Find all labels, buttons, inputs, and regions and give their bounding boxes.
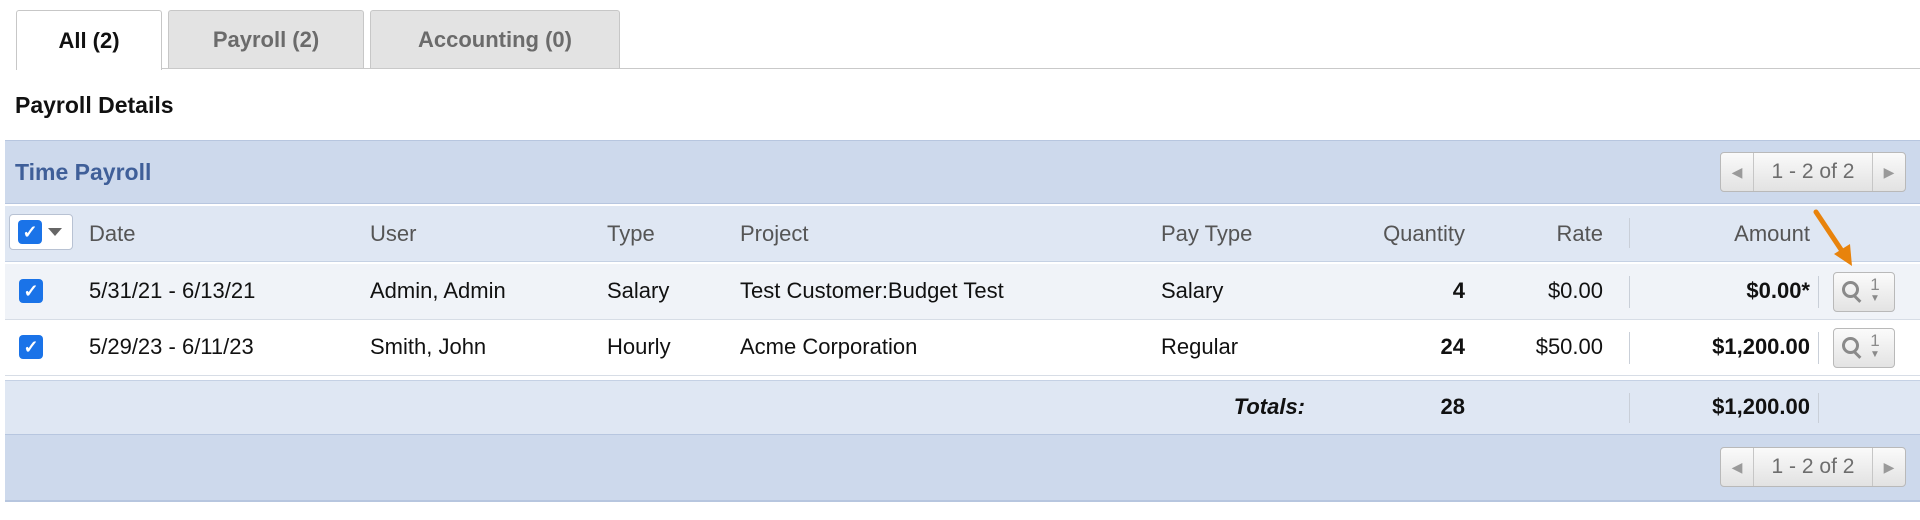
magnifier-icon xyxy=(1842,281,1864,303)
column-project[interactable]: Project xyxy=(740,221,808,247)
cell-project: Acme Corporation xyxy=(740,334,918,359)
pager-next-button[interactable]: ▶ xyxy=(1872,153,1905,191)
chevron-down-icon: ▼ xyxy=(1870,293,1880,304)
column-separator xyxy=(1629,276,1630,308)
time-payroll-panel: Time Payroll ◀ 1 - 2 of 2 ▶ ✓ Date User … xyxy=(5,140,1920,502)
column-amount[interactable]: Amount xyxy=(1655,221,1810,247)
cell-date: 5/29/23 - 6/11/23 xyxy=(89,334,254,359)
tab-divider xyxy=(16,68,1920,69)
select-all-dropdown[interactable]: ✓ xyxy=(9,214,73,250)
column-user[interactable]: User xyxy=(370,221,416,247)
chevron-down-icon: ▼ xyxy=(1870,349,1880,360)
panel-header: Time Payroll ◀ 1 - 2 of 2 ▶ xyxy=(5,140,1920,204)
column-separator xyxy=(1629,332,1630,364)
column-separator xyxy=(1818,393,1819,423)
bottom-pager: ◀ 1 - 2 of 2 ▶ xyxy=(1720,447,1906,487)
cell-rate: $50.00 xyxy=(1535,334,1603,359)
cell-type: Salary xyxy=(607,278,670,303)
chevron-right-icon: ▶ xyxy=(1883,163,1895,180)
cell-amount: $0.00* xyxy=(1746,278,1810,303)
cell-project: Test Customer:Budget Test xyxy=(740,278,1004,303)
panel-footer: ◀ 1 - 2 of 2 ▶ xyxy=(5,434,1920,502)
totals-quantity: 28 xyxy=(1440,394,1465,419)
cell-pay-type: Regular xyxy=(1161,334,1239,359)
pager-label: 1 - 2 of 2 xyxy=(1771,160,1855,183)
column-date[interactable]: Date xyxy=(89,221,135,247)
cell-rate: $0.00 xyxy=(1547,278,1603,303)
tab-accounting-label: Accounting (0) xyxy=(418,26,572,52)
cell-user: Admin, Admin xyxy=(370,278,506,303)
table-row[interactable]: ✓ 5/31/21 - 6/13/21 Admin, Admin Salary … xyxy=(5,264,1920,320)
checkmark-icon: ✓ xyxy=(22,222,38,242)
pager-label: 1 - 2 of 2 xyxy=(1771,455,1855,478)
chevron-left-icon: ◀ xyxy=(1731,458,1743,475)
tab-all-label: All (2) xyxy=(58,27,120,53)
row-checkbox[interactable]: ✓ xyxy=(19,279,43,303)
column-separator xyxy=(1818,276,1819,308)
tab-bar: All (2) Payroll (2) Accounting (0) xyxy=(16,10,620,70)
pager-next-button[interactable]: ▶ xyxy=(1872,448,1905,486)
cell-amount: $1,200.00 xyxy=(1712,334,1810,359)
cell-quantity: 24 xyxy=(1440,334,1465,359)
column-header-row: ✓ Date User Type Project Pay Type Quanti… xyxy=(5,206,1920,262)
top-pager: ◀ 1 - 2 of 2 ▶ xyxy=(1720,152,1906,192)
column-separator xyxy=(1818,332,1819,364)
tab-payroll[interactable]: Payroll (2) xyxy=(168,10,364,68)
cell-quantity: 4 xyxy=(1452,278,1465,303)
caret-down-icon[interactable] xyxy=(48,228,62,236)
column-pay-type[interactable]: Pay Type xyxy=(1161,221,1252,247)
column-separator xyxy=(1629,218,1630,248)
magnifier-icon xyxy=(1842,337,1864,359)
panel-title: Time Payroll xyxy=(15,159,152,185)
column-quantity[interactable]: Quantity xyxy=(1335,221,1465,247)
row-detail-button[interactable]: 1 ▼ xyxy=(1833,328,1895,368)
row-detail-button[interactable]: 1 ▼ xyxy=(1833,272,1895,312)
column-separator xyxy=(1629,393,1630,423)
arrow-icon xyxy=(1813,209,1852,266)
column-rate[interactable]: Rate xyxy=(1505,221,1603,247)
table-row[interactable]: ✓ 5/29/23 - 6/11/23 Smith, John Hourly A… xyxy=(5,320,1920,376)
tab-accounting[interactable]: Accounting (0) xyxy=(370,10,620,68)
tab-payroll-label: Payroll (2) xyxy=(212,26,320,52)
totals-amount: $1,200.00 xyxy=(1712,394,1810,419)
cell-type: Hourly xyxy=(607,334,671,359)
chevron-left-icon: ◀ xyxy=(1731,163,1743,180)
column-type[interactable]: Type xyxy=(607,221,655,247)
cell-pay-type: Salary xyxy=(1161,278,1224,303)
chevron-right-icon: ▶ xyxy=(1883,458,1895,475)
totals-row: Totals: 28 $1,200.00 xyxy=(5,380,1920,434)
cell-user: Smith, John xyxy=(370,334,487,359)
cell-date: 5/31/21 - 6/13/21 xyxy=(89,278,256,303)
checkmark-icon: ✓ xyxy=(23,337,39,357)
checkmark-icon: ✓ xyxy=(23,281,39,301)
select-all-checkbox[interactable]: ✓ xyxy=(18,220,42,244)
row-checkbox[interactable]: ✓ xyxy=(19,335,43,359)
tab-all[interactable]: All (2) xyxy=(16,10,162,70)
section-title: Payroll Details xyxy=(15,92,174,118)
pager-prev-button[interactable]: ◀ xyxy=(1721,153,1754,191)
pager-prev-button[interactable]: ◀ xyxy=(1721,448,1754,486)
totals-label: Totals: xyxy=(1233,394,1305,419)
